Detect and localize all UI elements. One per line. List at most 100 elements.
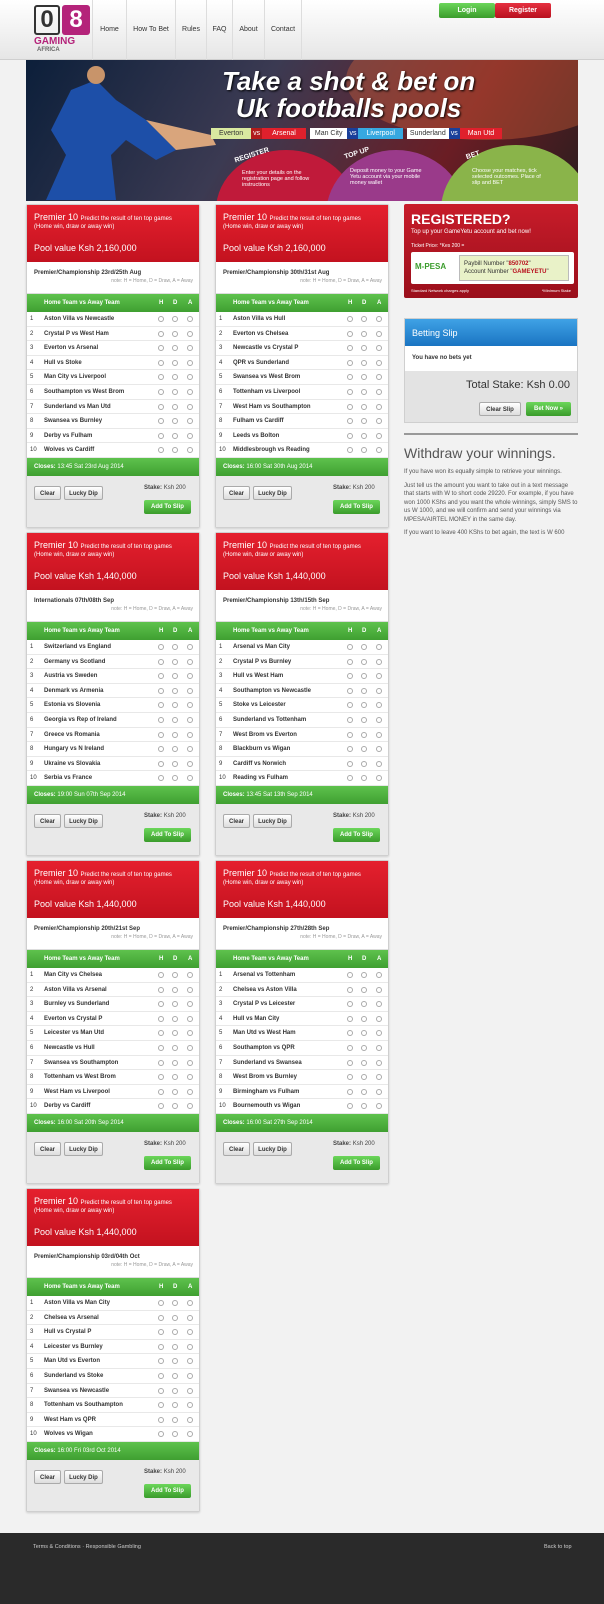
home-radio[interactable]	[158, 775, 164, 782]
draw-radio[interactable]	[172, 1030, 178, 1037]
draw-radio[interactable]	[172, 1329, 178, 1336]
home-radio[interactable]	[158, 432, 164, 439]
away-radio[interactable]	[187, 673, 193, 680]
draw-radio[interactable]	[172, 986, 178, 993]
add-to-slip-button[interactable]: Add To Slip	[144, 827, 191, 842]
away-radio[interactable]	[187, 1001, 193, 1008]
away-radio[interactable]	[187, 447, 193, 454]
home-radio[interactable]	[158, 403, 164, 410]
lucky-dip-button[interactable]: Lucky Dip	[64, 485, 103, 500]
home-radio[interactable]	[158, 345, 164, 352]
home-radio[interactable]	[158, 1015, 164, 1022]
away-radio[interactable]	[187, 432, 193, 439]
lucky-dip-button[interactable]: Lucky Dip	[253, 1141, 292, 1156]
draw-radio[interactable]	[361, 702, 367, 709]
draw-radio[interactable]	[361, 972, 367, 978]
lucky-dip-button[interactable]: Lucky Dip	[64, 1141, 103, 1156]
home-radio[interactable]	[347, 432, 353, 439]
home-radio[interactable]	[347, 658, 353, 665]
away-radio[interactable]	[376, 702, 382, 709]
away-radio[interactable]	[376, 1001, 382, 1008]
home-radio[interactable]	[158, 1103, 164, 1110]
add-to-slip-button[interactable]: Add To Slip	[333, 827, 380, 842]
away-radio[interactable]	[187, 359, 193, 366]
away-radio[interactable]	[376, 388, 382, 395]
away-radio[interactable]	[187, 1431, 193, 1438]
draw-radio[interactable]	[172, 1103, 178, 1110]
draw-radio[interactable]	[172, 702, 178, 709]
away-radio[interactable]	[187, 1387, 193, 1394]
home-radio[interactable]	[347, 1001, 353, 1008]
home-radio[interactable]	[347, 731, 353, 738]
draw-radio[interactable]	[172, 1088, 178, 1095]
home-radio[interactable]	[158, 972, 164, 978]
clear-button[interactable]: Clear	[34, 485, 61, 500]
draw-radio[interactable]	[172, 1001, 178, 1008]
logo[interactable]: 0 8 GAMING AFRICA	[34, 5, 92, 55]
draw-radio[interactable]	[172, 760, 178, 767]
login-button[interactable]: Login	[439, 3, 495, 18]
draw-radio[interactable]	[172, 1431, 178, 1438]
add-to-slip-button[interactable]: Add To Slip	[333, 1155, 380, 1170]
home-radio[interactable]	[158, 1044, 164, 1051]
home-radio[interactable]	[158, 1329, 164, 1336]
home-radio[interactable]	[158, 1343, 164, 1350]
bet-now-button[interactable]: Bet Now »	[526, 402, 571, 416]
home-radio[interactable]	[347, 1103, 353, 1110]
home-radio[interactable]	[158, 1314, 164, 1321]
away-radio[interactable]	[376, 316, 382, 322]
home-radio[interactable]	[158, 388, 164, 395]
away-radio[interactable]	[376, 432, 382, 439]
away-radio[interactable]	[376, 746, 382, 753]
home-radio[interactable]	[347, 644, 353, 650]
home-radio[interactable]	[347, 1015, 353, 1022]
away-radio[interactable]	[376, 775, 382, 782]
draw-radio[interactable]	[361, 760, 367, 767]
draw-radio[interactable]	[172, 403, 178, 410]
clear-button[interactable]: Clear	[34, 1141, 61, 1156]
away-radio[interactable]	[376, 345, 382, 352]
draw-radio[interactable]	[361, 1015, 367, 1022]
away-radio[interactable]	[187, 1300, 193, 1306]
away-radio[interactable]	[376, 1015, 382, 1022]
home-radio[interactable]	[347, 359, 353, 366]
draw-radio[interactable]	[172, 374, 178, 381]
home-radio[interactable]	[158, 673, 164, 680]
away-radio[interactable]	[187, 746, 193, 753]
draw-radio[interactable]	[361, 359, 367, 366]
away-radio[interactable]	[376, 1074, 382, 1081]
away-radio[interactable]	[187, 658, 193, 665]
draw-radio[interactable]	[172, 1343, 178, 1350]
clear-button[interactable]: Clear	[223, 1141, 250, 1156]
nav-how-to-bet[interactable]: How To Bet	[126, 0, 175, 60]
away-radio[interactable]	[376, 687, 382, 694]
draw-radio[interactable]	[172, 359, 178, 366]
draw-radio[interactable]	[172, 418, 178, 425]
away-radio[interactable]	[187, 330, 193, 337]
draw-radio[interactable]	[361, 1030, 367, 1037]
home-radio[interactable]	[347, 760, 353, 767]
draw-radio[interactable]	[172, 1044, 178, 1051]
home-radio[interactable]	[158, 731, 164, 738]
away-radio[interactable]	[187, 1059, 193, 1066]
away-radio[interactable]	[376, 374, 382, 381]
draw-radio[interactable]	[361, 1001, 367, 1008]
home-radio[interactable]	[158, 760, 164, 767]
draw-radio[interactable]	[361, 658, 367, 665]
home-radio[interactable]	[347, 687, 353, 694]
nav-home[interactable]: Home	[92, 0, 126, 60]
draw-radio[interactable]	[172, 432, 178, 439]
draw-radio[interactable]	[172, 345, 178, 352]
draw-radio[interactable]	[361, 1074, 367, 1081]
home-radio[interactable]	[347, 1030, 353, 1037]
away-radio[interactable]	[376, 447, 382, 454]
register-button[interactable]: Register	[495, 3, 551, 18]
draw-radio[interactable]	[361, 418, 367, 425]
away-radio[interactable]	[187, 702, 193, 709]
away-radio[interactable]	[376, 673, 382, 680]
lucky-dip-button[interactable]: Lucky Dip	[253, 485, 292, 500]
draw-radio[interactable]	[361, 1088, 367, 1095]
home-radio[interactable]	[158, 359, 164, 366]
away-radio[interactable]	[187, 1372, 193, 1379]
away-radio[interactable]	[187, 1358, 193, 1365]
